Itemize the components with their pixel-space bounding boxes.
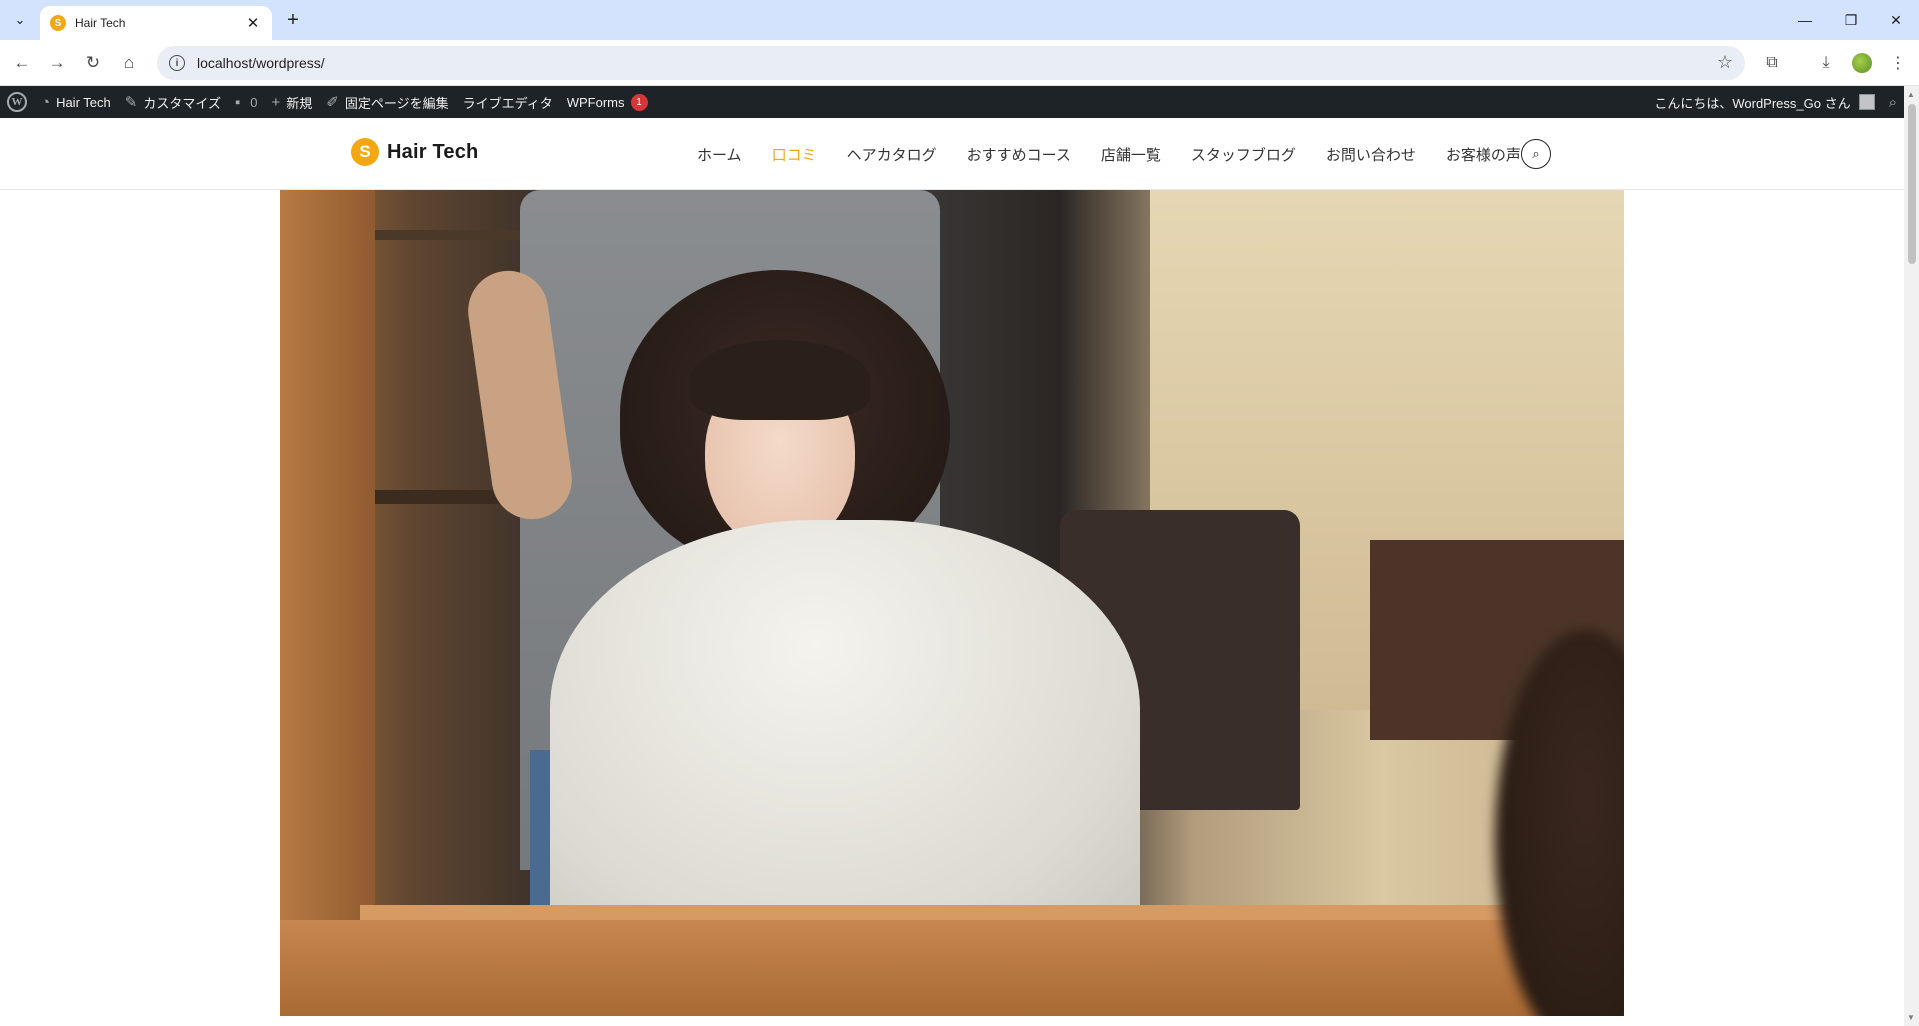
browser-toolbar: ← → ↻ ⌂ i localhost/wordpress/ ☆ ⧉ ⤓ ⋮ xyxy=(0,40,1919,86)
url-text[interactable]: localhost/wordpress/ xyxy=(197,55,325,71)
home-icon[interactable]: ⌂ xyxy=(115,49,143,77)
site-search-button[interactable]: ⌕ xyxy=(1521,139,1551,169)
admin-wpforms[interactable]: WPForms 1 xyxy=(560,86,655,118)
paintbrush-icon: ✎ xyxy=(124,94,138,111)
tab-title: Hair Tech xyxy=(75,16,126,30)
tab-search-button[interactable]: ⌄ xyxy=(8,8,32,32)
admin-account-menu[interactable]: こんにちは、WordPress_Go さん xyxy=(1647,86,1881,118)
bookmark-star-icon[interactable]: ☆ xyxy=(1717,52,1733,73)
nav-staff-blog[interactable]: スタッフブログ xyxy=(1191,144,1296,165)
back-icon[interactable]: ← xyxy=(8,49,36,77)
plus-icon: + xyxy=(271,93,281,111)
reload-icon[interactable]: ↻ xyxy=(79,49,107,77)
wp-logo-menu[interactable]: W xyxy=(0,86,34,118)
address-bar[interactable]: i localhost/wordpress/ ☆ xyxy=(157,46,1745,80)
download-icon[interactable]: ⤓ xyxy=(1812,49,1840,77)
user-avatar xyxy=(1858,94,1875,110)
nav-recommended-course[interactable]: おすすめコース xyxy=(967,144,1071,165)
scroll-down-icon[interactable]: ▼ xyxy=(1907,1013,1915,1022)
new-tab-button[interactable]: + xyxy=(281,8,305,32)
nav-hair-catalog[interactable]: ヘアカタログ xyxy=(847,144,937,165)
forward-icon[interactable]: → xyxy=(43,49,71,77)
restore-icon[interactable]: ❐ xyxy=(1836,8,1866,32)
wpforms-badge: 1 xyxy=(630,93,648,111)
logo-text: Hair Tech xyxy=(387,140,479,163)
admin-search[interactable]: ⌕ xyxy=(1882,86,1904,118)
browser-tab[interactable]: S Hair Tech ✕ xyxy=(40,6,272,40)
search-icon: ⌕ xyxy=(1888,93,1897,111)
admin-new[interactable]: + 新規 xyxy=(265,86,320,118)
admin-comments[interactable]: ▪ 0 xyxy=(228,86,265,118)
site-header: S Hair Tech ホーム 口コミ ヘアカタログ おすすめコース 店舗一覧 … xyxy=(0,118,1904,190)
page-scrollbar[interactable]: ▲ ▼ xyxy=(1904,86,1919,1026)
menu-kebab-icon[interactable]: ⋮ xyxy=(1884,49,1912,77)
site-logo[interactable]: S Hair Tech xyxy=(351,138,478,166)
admin-live-editor[interactable]: ライブエディタ xyxy=(456,86,560,118)
scroll-up-icon[interactable]: ▲ xyxy=(1907,90,1915,99)
global-nav: ホーム 口コミ ヘアカタログ おすすめコース 店舗一覧 スタッフブログ お問い合… xyxy=(697,118,1551,190)
site-info-icon[interactable]: i xyxy=(169,55,185,71)
minimize-icon[interactable]: — xyxy=(1790,8,1820,32)
search-icon: ⌕ xyxy=(1532,146,1540,161)
extensions-icon[interactable]: ⧉ xyxy=(1758,49,1786,77)
tab-close-icon[interactable]: ✕ xyxy=(244,14,262,32)
logo-mark-icon: S xyxy=(351,138,379,166)
nav-customer-voice[interactable]: お客様の声 xyxy=(1446,144,1521,165)
wordpress-icon: W xyxy=(7,92,27,112)
scroll-thumb[interactable] xyxy=(1908,104,1916,264)
tab-strip: ⌄ S Hair Tech ✕ + — ❐ ✕ xyxy=(0,0,1919,40)
admin-site-name[interactable]: ◔ Hair Tech xyxy=(34,86,118,118)
wp-admin-bar: W ◔ Hair Tech ✎ カスタマイズ ▪ 0 + 新規 ✐ 固定ページを編集 ライ… xyxy=(0,86,1904,118)
close-window-icon[interactable]: ✕ xyxy=(1881,8,1911,32)
nav-reviews[interactable]: 口コミ xyxy=(772,144,817,165)
nav-store-list[interactable]: 店舗一覧 xyxy=(1101,144,1161,165)
profile-avatar[interactable] xyxy=(1848,49,1876,77)
site-favicon-icon: S xyxy=(50,15,66,31)
nav-contact[interactable]: お問い合わせ xyxy=(1326,144,1416,165)
nav-home[interactable]: ホーム xyxy=(697,144,742,165)
pencil-icon: ✐ xyxy=(326,94,339,111)
hero-image xyxy=(280,190,1624,1016)
admin-edit-page[interactable]: ✐ 固定ページを編集 xyxy=(319,86,455,118)
comment-icon: ▪ xyxy=(234,93,241,111)
dashboard-icon: ◔ xyxy=(41,93,51,111)
admin-customize[interactable]: ✎ カスタマイズ xyxy=(118,86,228,118)
